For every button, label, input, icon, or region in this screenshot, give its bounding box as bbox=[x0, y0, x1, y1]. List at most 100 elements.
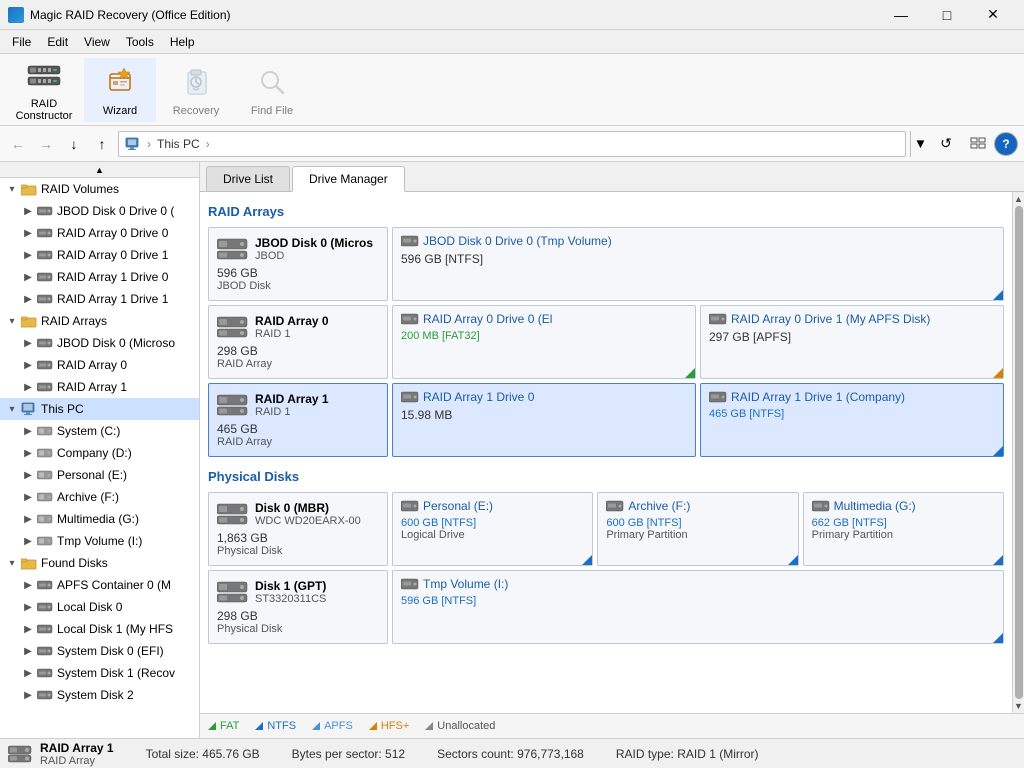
status-name-type: RAID Array 1 RAID Array bbox=[40, 741, 114, 767]
scroll-up-arrow[interactable]: ▲ bbox=[1014, 194, 1023, 204]
sidebar-item-jbod-drive0[interactable]: ▶ JBOD Disk 0 Drive 0 ( bbox=[0, 200, 199, 222]
help-button[interactable]: ? bbox=[994, 132, 1018, 156]
sidebar-item-multimedia-g[interactable]: ▶ Multimedia (G:) bbox=[0, 508, 199, 530]
toggle-found-disks[interactable]: ▾ bbox=[4, 555, 20, 571]
find-file-button[interactable]: Find File bbox=[236, 58, 308, 122]
toggle-jbod-arr[interactable]: ▶ bbox=[20, 335, 36, 351]
raid1-array-box[interactable]: RAID Array 1 RAID 1 465 GB RAID Array bbox=[208, 383, 388, 457]
raid0-drive1-triangle bbox=[993, 368, 1003, 378]
toggle-r0d1[interactable]: ▶ bbox=[20, 247, 36, 263]
menu-file[interactable]: File bbox=[4, 33, 39, 51]
toggle-raid-volumes[interactable]: ▾ bbox=[4, 181, 20, 197]
menu-view[interactable]: View bbox=[76, 33, 118, 51]
jbod-array-box[interactable]: JBOD Disk 0 (Micros JBOD 596 GB JBOD Dis… bbox=[208, 227, 388, 301]
nav-up-button[interactable]: ↑ bbox=[90, 132, 114, 156]
raid-constructor-button[interactable]: RAID Constructor bbox=[8, 58, 80, 122]
toggle-apfs[interactable]: ▶ bbox=[20, 577, 36, 593]
jbod-drive0-box[interactable]: JBOD Disk 0 Drive 0 (Tmp Volume) 596 GB … bbox=[392, 227, 1004, 301]
disk0-box[interactable]: Disk 0 (MBR) WDC WD20EARX-00 1,863 GB Ph… bbox=[208, 492, 388, 566]
disk0-part1-header: Archive (F:) bbox=[606, 499, 789, 513]
sidebar-item-raid1-drive1[interactable]: ▶ RAID Array 1 Drive 1 bbox=[0, 288, 199, 310]
hdd-icon-r0d0 bbox=[36, 226, 54, 240]
raid1-drive1-box[interactable]: RAID Array 1 Drive 1 (Company) 465 GB [N… bbox=[700, 383, 1004, 457]
sidebar-item-personal-e[interactable]: ▶ Personal (E:) bbox=[0, 464, 199, 486]
sidebar-item-raid-arrays[interactable]: ▾ RAID Arrays bbox=[0, 310, 199, 332]
tab-drive-list[interactable]: Drive List bbox=[206, 166, 290, 191]
disk0-icon bbox=[217, 502, 249, 526]
toggle-r1d0[interactable]: ▶ bbox=[20, 269, 36, 285]
sidebar-item-apfs-container[interactable]: ▶ APFS Container 0 (M bbox=[0, 574, 199, 596]
nav-forward-button[interactable]: → bbox=[34, 132, 58, 156]
toggle-f[interactable]: ▶ bbox=[20, 489, 36, 505]
view-options-button[interactable] bbox=[966, 132, 990, 156]
toggle-this-pc[interactable]: ▾ bbox=[4, 401, 20, 417]
raid1-drive0-box[interactable]: RAID Array 1 Drive 0 15.98 MB bbox=[392, 383, 696, 457]
disk1-box[interactable]: Disk 1 (GPT) ST3320311CS 298 GB Physical… bbox=[208, 570, 388, 644]
disk0-part2-box[interactable]: Multimedia (G:) 662 GB [NTFS] Primary Pa… bbox=[803, 492, 1004, 566]
disk0-part0-box[interactable]: Personal (E:) 600 GB [NTFS] Logical Driv… bbox=[392, 492, 593, 566]
toggle-i[interactable]: ▶ bbox=[20, 533, 36, 549]
sidebar-item-found-disks[interactable]: ▾ Found Disks bbox=[0, 552, 199, 574]
toggle-d[interactable]: ▶ bbox=[20, 445, 36, 461]
menu-tools[interactable]: Tools bbox=[118, 33, 162, 51]
toggle-g[interactable]: ▶ bbox=[20, 511, 36, 527]
wizard-button[interactable]: Wizard bbox=[84, 58, 156, 122]
sidebar-item-raid1-drive0[interactable]: ▶ RAID Array 1 Drive 0 bbox=[0, 266, 199, 288]
sidebar-item-raid-volumes[interactable]: ▾ RAID Volumes bbox=[0, 178, 199, 200]
close-button[interactable]: ✕ bbox=[970, 0, 1016, 30]
disk0-name: Disk 0 (MBR) bbox=[255, 501, 361, 515]
menu-edit[interactable]: Edit bbox=[39, 33, 76, 51]
scroll-thumb[interactable] bbox=[1015, 206, 1023, 699]
hdd-icon-ld1 bbox=[36, 622, 54, 636]
nav-dropdown-button[interactable]: ↓ bbox=[62, 132, 86, 156]
sidebar-item-system-disk-1[interactable]: ▶ System Disk 1 (Recov bbox=[0, 662, 199, 684]
disk1-name: Disk 1 (GPT) bbox=[255, 579, 326, 593]
menu-help[interactable]: Help bbox=[162, 33, 203, 51]
raid-constructor-icon bbox=[24, 58, 64, 94]
sidebar-item-raid0-drive1[interactable]: ▶ RAID Array 0 Drive 1 bbox=[0, 244, 199, 266]
raid0-drive0-box[interactable]: RAID Array 0 Drive 0 (El 200 MB [FAT32] bbox=[392, 305, 696, 379]
address-dropdown-button[interactable]: ▼ bbox=[910, 131, 930, 157]
disk0-part1-box[interactable]: Archive (F:) 600 GB [NTFS] Primary Parti… bbox=[597, 492, 798, 566]
raid0-drive1-box[interactable]: RAID Array 0 Drive 1 (My APFS Disk) 297 … bbox=[700, 305, 1004, 379]
drive-icon-e bbox=[36, 468, 54, 482]
recovery-button[interactable]: Recovery bbox=[160, 58, 232, 122]
toggle-ld1[interactable]: ▶ bbox=[20, 621, 36, 637]
maximize-button[interactable]: □ bbox=[924, 0, 970, 30]
sidebar-item-raid-array-1[interactable]: ▶ RAID Array 1 bbox=[0, 376, 199, 398]
toggle-jbod-d0[interactable]: ▶ bbox=[20, 203, 36, 219]
minimize-button[interactable]: — bbox=[878, 0, 924, 30]
sidebar-item-local-disk-0[interactable]: ▶ Local Disk 0 bbox=[0, 596, 199, 618]
sidebar-item-this-pc[interactable]: ▾ This PC bbox=[0, 398, 199, 420]
disk0-header: Disk 0 (MBR) WDC WD20EARX-00 bbox=[217, 501, 379, 527]
sidebar-item-raid-array-0[interactable]: ▶ RAID Array 0 bbox=[0, 354, 199, 376]
toggle-ra1[interactable]: ▶ bbox=[20, 379, 36, 395]
sidebar-item-system-c[interactable]: ▶ System (C:) bbox=[0, 420, 199, 442]
disk1-part0-box[interactable]: Tmp Volume (I:) 596 GB [NTFS] bbox=[392, 570, 1004, 644]
nav-back-button[interactable]: ← bbox=[6, 132, 30, 156]
toggle-sd0[interactable]: ▶ bbox=[20, 643, 36, 659]
sidebar-item-system-disk-2[interactable]: ▶ System Disk 2 bbox=[0, 684, 199, 706]
refresh-button[interactable]: ↺ bbox=[934, 132, 958, 156]
toggle-e[interactable]: ▶ bbox=[20, 467, 36, 483]
sidebar-item-tmp-i[interactable]: ▶ Tmp Volume (I:) bbox=[0, 530, 199, 552]
toggle-sd2[interactable]: ▶ bbox=[20, 687, 36, 703]
toggle-ra0[interactable]: ▶ bbox=[20, 357, 36, 373]
toggle-r0d0[interactable]: ▶ bbox=[20, 225, 36, 241]
sidebar-item-company-d[interactable]: ▶ Company (D:) bbox=[0, 442, 199, 464]
raid0-array-box[interactable]: RAID Array 0 RAID 1 298 GB RAID Array bbox=[208, 305, 388, 379]
sidebar-scroll-up[interactable]: ▲ bbox=[0, 162, 199, 178]
sidebar-item-archive-f[interactable]: ▶ Archive (F:) bbox=[0, 486, 199, 508]
raid1-array-row: RAID Array 1 RAID 1 465 GB RAID Array RA… bbox=[208, 383, 1004, 457]
sidebar-item-raid0-drive0[interactable]: ▶ RAID Array 0 Drive 0 bbox=[0, 222, 199, 244]
toggle-raid-arrays[interactable]: ▾ bbox=[4, 313, 20, 329]
sidebar-item-local-disk-1[interactable]: ▶ Local Disk 1 (My HFS bbox=[0, 618, 199, 640]
toggle-ld0[interactable]: ▶ bbox=[20, 599, 36, 615]
toggle-sd1[interactable]: ▶ bbox=[20, 665, 36, 681]
tab-drive-manager[interactable]: Drive Manager bbox=[292, 166, 405, 192]
sidebar-item-system-disk-0[interactable]: ▶ System Disk 0 (EFI) bbox=[0, 640, 199, 662]
scroll-down-arrow[interactable]: ▼ bbox=[1014, 701, 1023, 711]
toggle-c[interactable]: ▶ bbox=[20, 423, 36, 439]
toggle-r1d1[interactable]: ▶ bbox=[20, 291, 36, 307]
sidebar-item-jbod-array[interactable]: ▶ JBOD Disk 0 (Microso bbox=[0, 332, 199, 354]
